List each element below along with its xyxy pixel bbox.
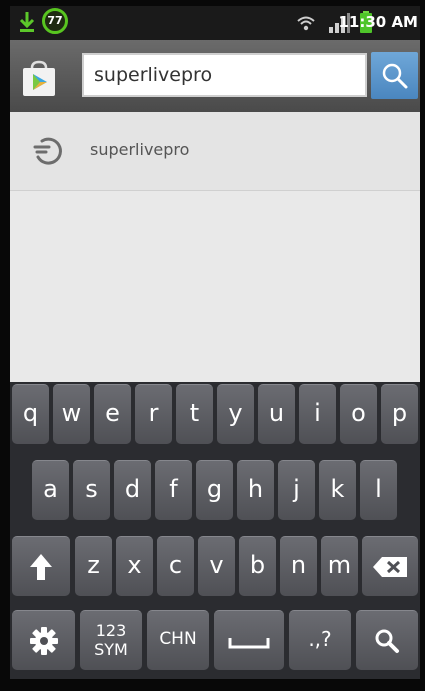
keyboard-search-key[interactable] xyxy=(356,610,418,670)
status-bar: 77 11:30 AM xyxy=(10,6,420,40)
shift-key[interactable] xyxy=(12,536,70,596)
key-z[interactable]: z xyxy=(75,536,112,596)
key-r[interactable]: r xyxy=(135,384,172,444)
key-s[interactable]: s xyxy=(73,460,110,520)
key-j[interactable]: j xyxy=(278,460,315,520)
key-y[interactable]: y xyxy=(217,384,254,444)
key-n[interactable]: n xyxy=(280,536,317,596)
search-icon xyxy=(375,629,399,653)
key-m[interactable]: m xyxy=(321,536,358,596)
status-time: 11:30 AM xyxy=(338,13,418,31)
punctuation-key[interactable]: .,? xyxy=(289,610,351,670)
key-l[interactable]: l xyxy=(360,460,397,520)
suggestions-list: superlivepro xyxy=(10,112,420,382)
search-header xyxy=(10,40,420,112)
key-c[interactable]: c xyxy=(157,536,194,596)
space-key[interactable] xyxy=(214,610,284,670)
backspace-key[interactable] xyxy=(362,536,418,596)
language-key[interactable]: CHN xyxy=(147,610,209,670)
key-p[interactable]: p xyxy=(381,384,418,444)
key-h[interactable]: h xyxy=(237,460,274,520)
notification-badge: 77 xyxy=(42,8,68,34)
key-t[interactable]: t xyxy=(176,384,213,444)
wifi-icon xyxy=(297,16,315,31)
history-icon xyxy=(33,137,62,165)
key-o[interactable]: o xyxy=(340,384,377,444)
key-f[interactable]: f xyxy=(155,460,192,520)
key-k[interactable]: k xyxy=(319,460,356,520)
key-i[interactable]: i xyxy=(299,384,336,444)
key-q[interactable]: q xyxy=(12,384,49,444)
key-x[interactable]: x xyxy=(116,536,153,596)
download-icon xyxy=(19,12,35,32)
key-v[interactable]: v xyxy=(198,536,235,596)
key-b[interactable]: b xyxy=(239,536,276,596)
suggestion-item[interactable]: superlivepro xyxy=(10,112,420,191)
search-input[interactable] xyxy=(84,55,365,95)
key-e[interactable]: e xyxy=(94,384,131,444)
suggestion-label: superlivepro xyxy=(90,140,190,159)
shift-icon xyxy=(30,554,52,580)
key-d[interactable]: d xyxy=(114,460,151,520)
keyboard: q w e r t y u i o p a s d f g h j k l z … xyxy=(10,382,420,679)
phone-screen: 77 11:30 AM superlivepro superlivepro q … xyxy=(0,0,425,691)
backspace-icon xyxy=(373,557,407,577)
search-input-box[interactable] xyxy=(82,53,367,97)
play-store-icon[interactable] xyxy=(20,60,58,98)
space-icon xyxy=(228,638,270,649)
search-icon xyxy=(382,63,408,89)
settings-icon xyxy=(30,627,58,655)
settings-key[interactable] xyxy=(12,610,75,670)
search-button[interactable] xyxy=(371,52,418,99)
key-g[interactable]: g xyxy=(196,460,233,520)
key-u[interactable]: u xyxy=(258,384,295,444)
key-w[interactable]: w xyxy=(53,384,90,444)
symbols-key[interactable]: 123 SYM xyxy=(80,610,142,670)
key-a[interactable]: a xyxy=(32,460,69,520)
